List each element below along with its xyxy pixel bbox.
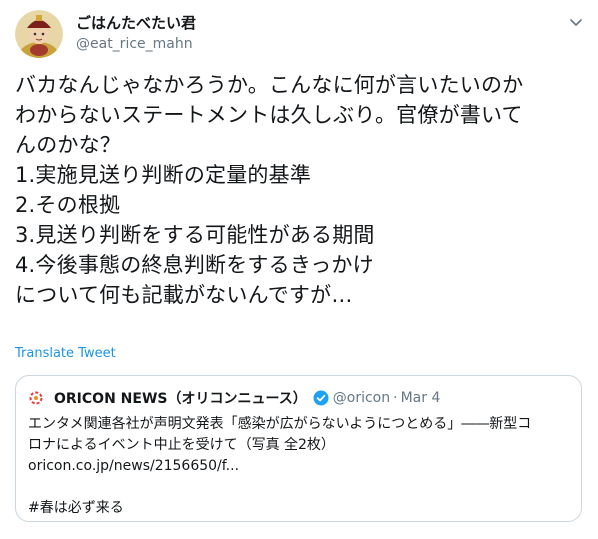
- quoted-handle: @oricon: [332, 390, 391, 406]
- oricon-logo-icon: [28, 390, 44, 406]
- translate-tweet-link[interactable]: Translate Tweet: [15, 346, 116, 361]
- display-name[interactable]: ごはんたべたい君: [76, 13, 196, 33]
- quoted-date: Mar 4: [400, 390, 441, 406]
- tweet: ごはんたべたい君 @eat_rice_mahn バカなんじゃなかろうか。こんなに…: [0, 0, 598, 539]
- quoted-separator: ·: [393, 390, 398, 406]
- quoted-tweet-text: エンタメ関連各社が声明文発表「感染が広がらないようにつとめる」――新型コ ロナに…: [28, 416, 532, 516]
- user-handle[interactable]: @eat_rice_mahn: [76, 35, 193, 53]
- chevron-down-icon[interactable]: [568, 14, 584, 30]
- verified-badge-icon: [313, 390, 329, 406]
- tweet-text: バカなんじゃなかろうか。こんなに何が言いたいのか わからないステートメントは久し…: [15, 73, 524, 307]
- quoted-tweet-header: ORICON NEWS（オリコンニュース） @oricon · Mar 4: [28, 388, 440, 408]
- quoted-tweet-card[interactable]: ORICON NEWS（オリコンニュース） @oricon · Mar 4 エン…: [15, 375, 582, 522]
- quoted-display-name: ORICON NEWS（オリコンニュース）: [54, 391, 307, 407]
- avatar[interactable]: [15, 10, 63, 58]
